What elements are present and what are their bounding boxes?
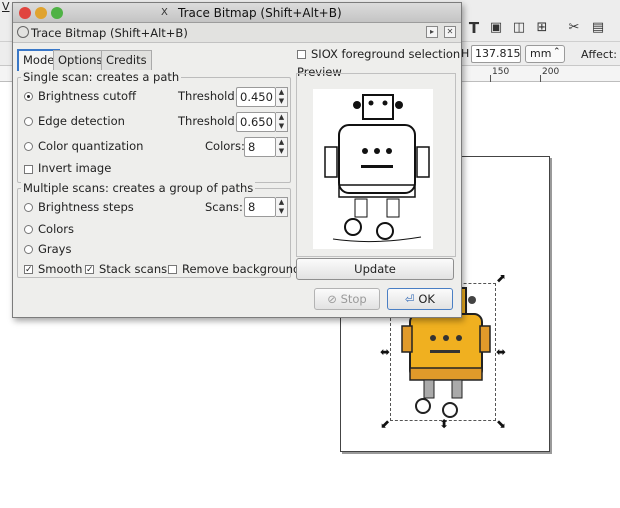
stop-button[interactable]: ⊘ Stop: [314, 288, 380, 310]
align-icon[interactable]: ⊞: [534, 20, 550, 36]
remove-background-label: Remove background: [182, 262, 301, 276]
stop-icon: ⊘: [327, 292, 337, 306]
colors-label: Colors:: [205, 139, 245, 153]
brightness-cutoff-radio[interactable]: [24, 92, 33, 101]
tab-credits[interactable]: Credits: [101, 50, 152, 70]
preview-image: [313, 89, 433, 249]
siox-checkbox[interactable]: [297, 50, 306, 59]
brightness-threshold-stepper[interactable]: ▲ ▼: [276, 87, 288, 107]
height-label: H: [461, 47, 470, 60]
grays-label: Grays: [38, 242, 72, 256]
edge-detection-label: Edge detection: [38, 114, 125, 128]
fill-stroke-icon[interactable]: ▣: [488, 20, 504, 36]
scans-input[interactable]: 8: [244, 197, 276, 217]
unit-chevron-icon: ⌃: [553, 47, 561, 57]
ok-button[interactable]: ⏎ OK: [387, 288, 453, 310]
invert-image-label: Invert image: [38, 161, 112, 175]
panel-header: Trace Bitmap (Shift+Alt+B) ▸ ✕: [13, 23, 461, 43]
ruler-label-150: 150: [492, 67, 510, 77]
scale-handle-bottom-right-icon[interactable]: ⬊: [496, 418, 506, 430]
brightness-threshold-input[interactable]: 0.450: [236, 87, 276, 107]
ok-icon: ⏎: [405, 292, 415, 306]
edge-threshold-stepper[interactable]: ▲ ▼: [276, 112, 288, 132]
stop-label: Stop: [340, 292, 367, 306]
brightness-threshold-label: Threshold:: [178, 89, 239, 103]
smooth-label: Smooth: [38, 262, 83, 276]
menu-view[interactable]: V: [2, 0, 10, 13]
iconify-panel-icon[interactable]: ▸: [426, 26, 438, 38]
x11-icon: X: [161, 7, 168, 18]
document-properties-icon[interactable]: ▤: [590, 20, 606, 36]
minimize-window-icon[interactable]: [35, 7, 47, 19]
close-window-icon[interactable]: [19, 7, 31, 19]
height-input[interactable]: 137.815: [471, 45, 521, 63]
single-scan-title: Single scan: creates a path: [21, 70, 182, 84]
edge-threshold-input[interactable]: 0.650: [236, 112, 276, 132]
invert-image-checkbox[interactable]: [24, 165, 33, 174]
colors-stepper[interactable]: ▲ ▼: [276, 137, 288, 157]
ruler-tick: [540, 75, 541, 82]
close-panel-icon[interactable]: ✕: [444, 26, 456, 38]
scale-handle-bottom-left-icon[interactable]: ⬋: [380, 418, 390, 430]
colors-radio[interactable]: [24, 225, 33, 234]
scans-label: Scans:: [205, 200, 243, 214]
brightness-steps-label: Brightness steps: [38, 200, 134, 214]
maximize-window-icon[interactable]: [51, 7, 63, 19]
colors-input[interactable]: 8: [244, 137, 276, 157]
ok-label: OK: [418, 292, 435, 306]
trace-bitmap-icon: [17, 26, 29, 38]
tab-options[interactable]: Options: [53, 50, 108, 70]
brightness-steps-radio[interactable]: [24, 203, 33, 212]
brightness-cutoff-label: Brightness cutoff: [38, 89, 136, 103]
preferences-icon[interactable]: ✂: [566, 20, 582, 36]
text-tool-icon[interactable]: T: [466, 20, 482, 36]
xml-editor-icon[interactable]: ◫: [511, 20, 527, 36]
scale-handle-right-icon[interactable]: ⬌: [496, 346, 506, 358]
colors-radio-label: Colors: [38, 222, 75, 236]
ruler-label-200: 200: [542, 67, 560, 77]
color-quantization-label: Color quantization: [38, 139, 144, 153]
panel-title: Trace Bitmap (Shift+Alt+B): [31, 26, 188, 40]
edge-threshold-label: Threshold:: [178, 114, 239, 128]
color-quantization-radio[interactable]: [24, 142, 33, 151]
multiple-scans-title: Multiple scans: creates a group of paths: [21, 181, 256, 195]
scale-handle-top-right-icon[interactable]: ⬈: [496, 272, 506, 284]
siox-label: SIOX foreground selection: [311, 47, 461, 61]
update-button[interactable]: Update: [296, 258, 454, 280]
stack-scans-label: Stack scans: [99, 262, 168, 276]
remove-background-checkbox[interactable]: [168, 265, 177, 274]
window-title: Trace Bitmap (Shift+Alt+B): [178, 6, 342, 20]
grays-radio[interactable]: [24, 245, 33, 254]
affect-label: Affect:: [581, 48, 617, 61]
ruler-tick: [490, 75, 491, 82]
smooth-checkbox[interactable]: ✓: [24, 265, 33, 275]
scale-handle-left-icon[interactable]: ⬌: [380, 346, 390, 358]
stack-scans-checkbox[interactable]: ✓: [85, 265, 94, 275]
edge-detection-radio[interactable]: [24, 117, 33, 126]
scale-handle-bottom-icon[interactable]: ⬍: [439, 418, 449, 430]
window-titlebar[interactable]: X Trace Bitmap (Shift+Alt+B): [13, 3, 461, 23]
scans-stepper[interactable]: ▲ ▼: [276, 197, 288, 217]
trace-bitmap-dialog: X Trace Bitmap (Shift+Alt+B) Trace Bitma…: [12, 2, 462, 318]
